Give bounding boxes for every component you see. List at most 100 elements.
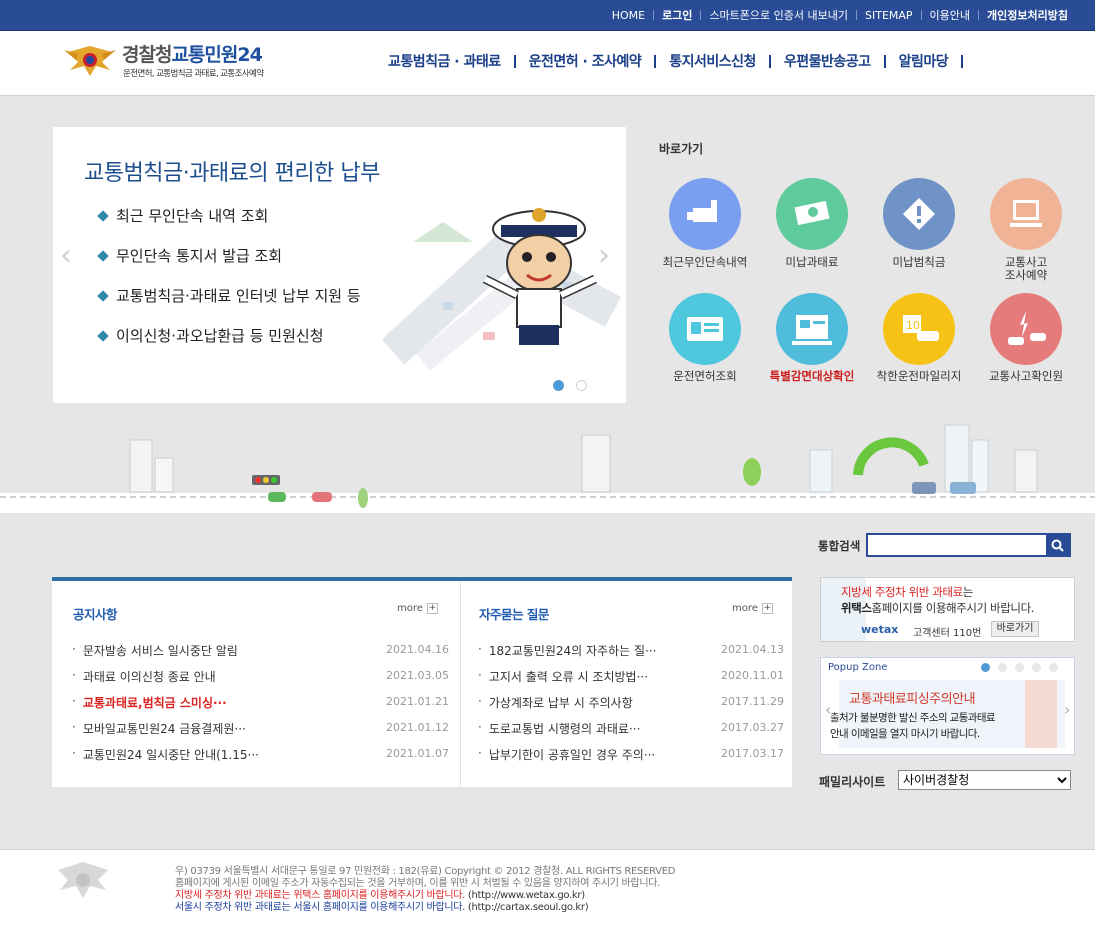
notice-title[interactable]: 공지사항 xyxy=(73,604,118,623)
privacy-policy-link[interactable]: 개인정보처리방침 xyxy=(979,7,1068,23)
faq-row[interactable]: · 고지서 출력 오류 시 조치방법··· xyxy=(478,668,648,685)
banner-line1-rest: 는 xyxy=(962,585,974,599)
footer-wetax-link[interactable]: (http://www.wetax.go.kr) xyxy=(468,890,585,901)
banner-line2: 위택스홈페이지를 이용해주시기 바랍니다. xyxy=(841,600,1034,616)
faq-row-date: 2021.04.13 xyxy=(721,643,784,656)
faq-row-text: 고지서 출력 오류 시 조치방법··· xyxy=(488,670,649,684)
police-mascot-icon xyxy=(482,208,597,345)
slide-item-text: 무인단속 통지서 발급 조회 xyxy=(116,247,283,265)
quick-link-license-check[interactable] xyxy=(669,293,741,365)
family-site-select[interactable]: 사이버경찰청 xyxy=(898,770,1071,790)
slide-item-text: 이의신청·과오납환급 등 민원신청 xyxy=(116,327,324,345)
quick-link-label: 운전면허조회 xyxy=(673,369,737,383)
slider-dot-active[interactable] xyxy=(553,380,564,391)
plus-icon: + xyxy=(426,603,438,614)
svg-text:10: 10 xyxy=(906,319,920,332)
popup-dot-active[interactable] xyxy=(981,663,990,672)
search-button[interactable] xyxy=(1046,535,1069,555)
faq-row[interactable]: · 가상계좌로 납부 시 주의사항 xyxy=(478,694,633,711)
faq-row-text: 도로교통법 시행령의 과태료··· xyxy=(488,722,641,736)
search-box xyxy=(866,533,1071,557)
notice-more-button[interactable]: more + xyxy=(397,603,438,614)
nav-fines[interactable]: 교통범칙금 · 과태료 xyxy=(375,51,514,71)
popup-next-arrow-icon[interactable]: › xyxy=(1064,700,1070,719)
notice-row-text: 과태료 이의신청 종료 안내 xyxy=(82,670,216,684)
popup-slide[interactable]: 교통과태료피싱주의안내 출처가 불분명한 발신 주소의 교통과태료 안내 이메일… xyxy=(830,680,1065,748)
search-icon xyxy=(1051,539,1064,552)
notice-row-date: 2021.01.07 xyxy=(386,747,449,760)
site-logo-title[interactable]: 경찰청교통민원24 xyxy=(122,40,263,67)
footer-seoul-link[interactable]: (http://cartax.seoul.go.kr) xyxy=(468,902,589,913)
popup-prev-arrow-icon[interactable]: ‹ xyxy=(825,700,831,719)
phishing-hand-icon xyxy=(1025,680,1057,748)
quick-link-unpaid-penalty[interactable] xyxy=(883,178,955,250)
logo-title-agency: 경찰청 xyxy=(122,44,172,66)
guide-link[interactable]: 이용안내 xyxy=(922,7,978,23)
banner-shortcut-button[interactable]: 바로가기 xyxy=(991,621,1039,637)
notice-row[interactable]: · 모바일교통민원24 금융결제원··· xyxy=(72,720,246,737)
home-link[interactable]: HOME xyxy=(604,9,653,22)
diamond-bullet-icon xyxy=(97,209,109,222)
nav-returned-mail[interactable]: 우편물반송공고 xyxy=(771,51,884,71)
bullet: · xyxy=(478,746,482,760)
bullet: · xyxy=(72,694,76,708)
slide-item-text: 교통범칙금·과태료 인터넷 납부 지원 등 xyxy=(116,287,361,305)
notice-row[interactable]: · 문자발송 서비스 일시중단 알림 xyxy=(72,642,238,659)
slider-next-arrow-icon[interactable]: › xyxy=(598,238,610,273)
quick-link-accident-certificate[interactable] xyxy=(990,293,1062,365)
warning-icon xyxy=(903,198,935,230)
notice-row[interactable]: · 교통과태료,범칙금 스미싱··· xyxy=(72,694,227,711)
mileage-car-icon: 10 xyxy=(903,315,939,341)
bullet: · xyxy=(72,746,76,760)
more-label: more xyxy=(397,603,423,614)
slider-dot[interactable] xyxy=(576,380,587,391)
notice-row-text: 모바일교통민원24 금융결제원··· xyxy=(82,722,246,736)
wetax-banner[interactable]: 지방세 주정차 위반 과태료는 위택스홈페이지를 이용해주시기 바랍니다. we… xyxy=(820,577,1075,642)
divider xyxy=(961,54,964,68)
faq-row-date: 2017.03.27 xyxy=(721,721,784,734)
slider-prev-arrow-icon[interactable]: ‹ xyxy=(60,238,72,273)
faq-row[interactable]: · 납부기한이 공휴일인 경우 주의··· xyxy=(478,746,655,763)
notice-row[interactable]: · 교통민원24 일시중단 안내(1.15··· xyxy=(72,746,259,763)
family-site-label: 패밀리사이트 xyxy=(819,775,886,789)
diamond-bullet-icon xyxy=(97,329,109,342)
notice-row[interactable]: · 과태료 이의신청 종료 안내 xyxy=(72,668,216,685)
footer-seoul-notice: 서울시 주정차 위반 과태료는 서울시 홈페이지를 이용해주시기 바랍니다. (… xyxy=(175,902,589,913)
login-link[interactable]: 로그인 xyxy=(654,7,700,23)
popup-dot[interactable] xyxy=(1015,663,1024,672)
faq-row[interactable]: · 182교통민원24의 자주하는 질··· xyxy=(478,642,656,659)
popup-dot[interactable] xyxy=(1032,663,1041,672)
quick-link-safe-driving-mileage[interactable]: 10 xyxy=(883,293,955,365)
police-emblem-icon[interactable] xyxy=(62,42,118,78)
logo-subtitle: 운전면허, 교통범칙금 과태료, 교통조사예약 xyxy=(123,69,264,79)
slide-item: 무인단속 통지서 발급 조회 xyxy=(97,245,283,266)
license-card-icon xyxy=(687,317,723,341)
popup-zone: Popup Zone 교통과태료피싱주의안내 출처가 불분명한 발신 주소의 교… xyxy=(820,657,1075,755)
nav-notification[interactable]: 통지서비스신청 xyxy=(656,51,769,71)
popup-dot[interactable] xyxy=(1049,663,1058,672)
faq-title[interactable]: 자주묻는 질문 xyxy=(479,604,549,623)
nav-notice-board[interactable]: 알림마당 xyxy=(886,51,962,71)
faq-more-button[interactable]: more + xyxy=(732,603,773,614)
quick-link-unpaid-fine[interactable] xyxy=(776,178,848,250)
notice-row-text: 교통과태료,범칙금 스미싱··· xyxy=(82,696,227,710)
popup-heading: 교통과태료피싱주의안내 xyxy=(849,692,976,707)
faq-row-text: 182교통민원24의 자주하는 질··· xyxy=(488,644,657,658)
quick-link-special-reduction[interactable] xyxy=(776,293,848,365)
car-crash-icon xyxy=(1008,311,1046,345)
export-certificate-link[interactable]: 스마트폰으로 인증서 내보내기 xyxy=(701,7,856,23)
notice-row-date: 2021.04.16 xyxy=(386,643,449,656)
faq-row[interactable]: · 도로교통법 시행령의 과태료··· xyxy=(478,720,640,737)
quick-link-accident-reservation[interactable] xyxy=(990,178,1062,250)
quick-link-recent-camera[interactable] xyxy=(669,178,741,250)
quick-link-label: 착한운전마일리지 xyxy=(876,369,962,383)
nav-license[interactable]: 운전면허 · 조사예약 xyxy=(516,51,655,71)
camera-icon xyxy=(687,200,717,222)
bullet: · xyxy=(72,720,76,734)
popup-dot[interactable] xyxy=(998,663,1007,672)
search-input[interactable] xyxy=(868,535,1046,555)
sitemap-link[interactable]: SITEMAP xyxy=(857,9,921,22)
banner-line2-bold: 위택스 xyxy=(841,601,872,615)
computer-icon xyxy=(1010,200,1042,227)
faq-row-text: 가상계좌로 납부 시 주의사항 xyxy=(488,696,633,710)
